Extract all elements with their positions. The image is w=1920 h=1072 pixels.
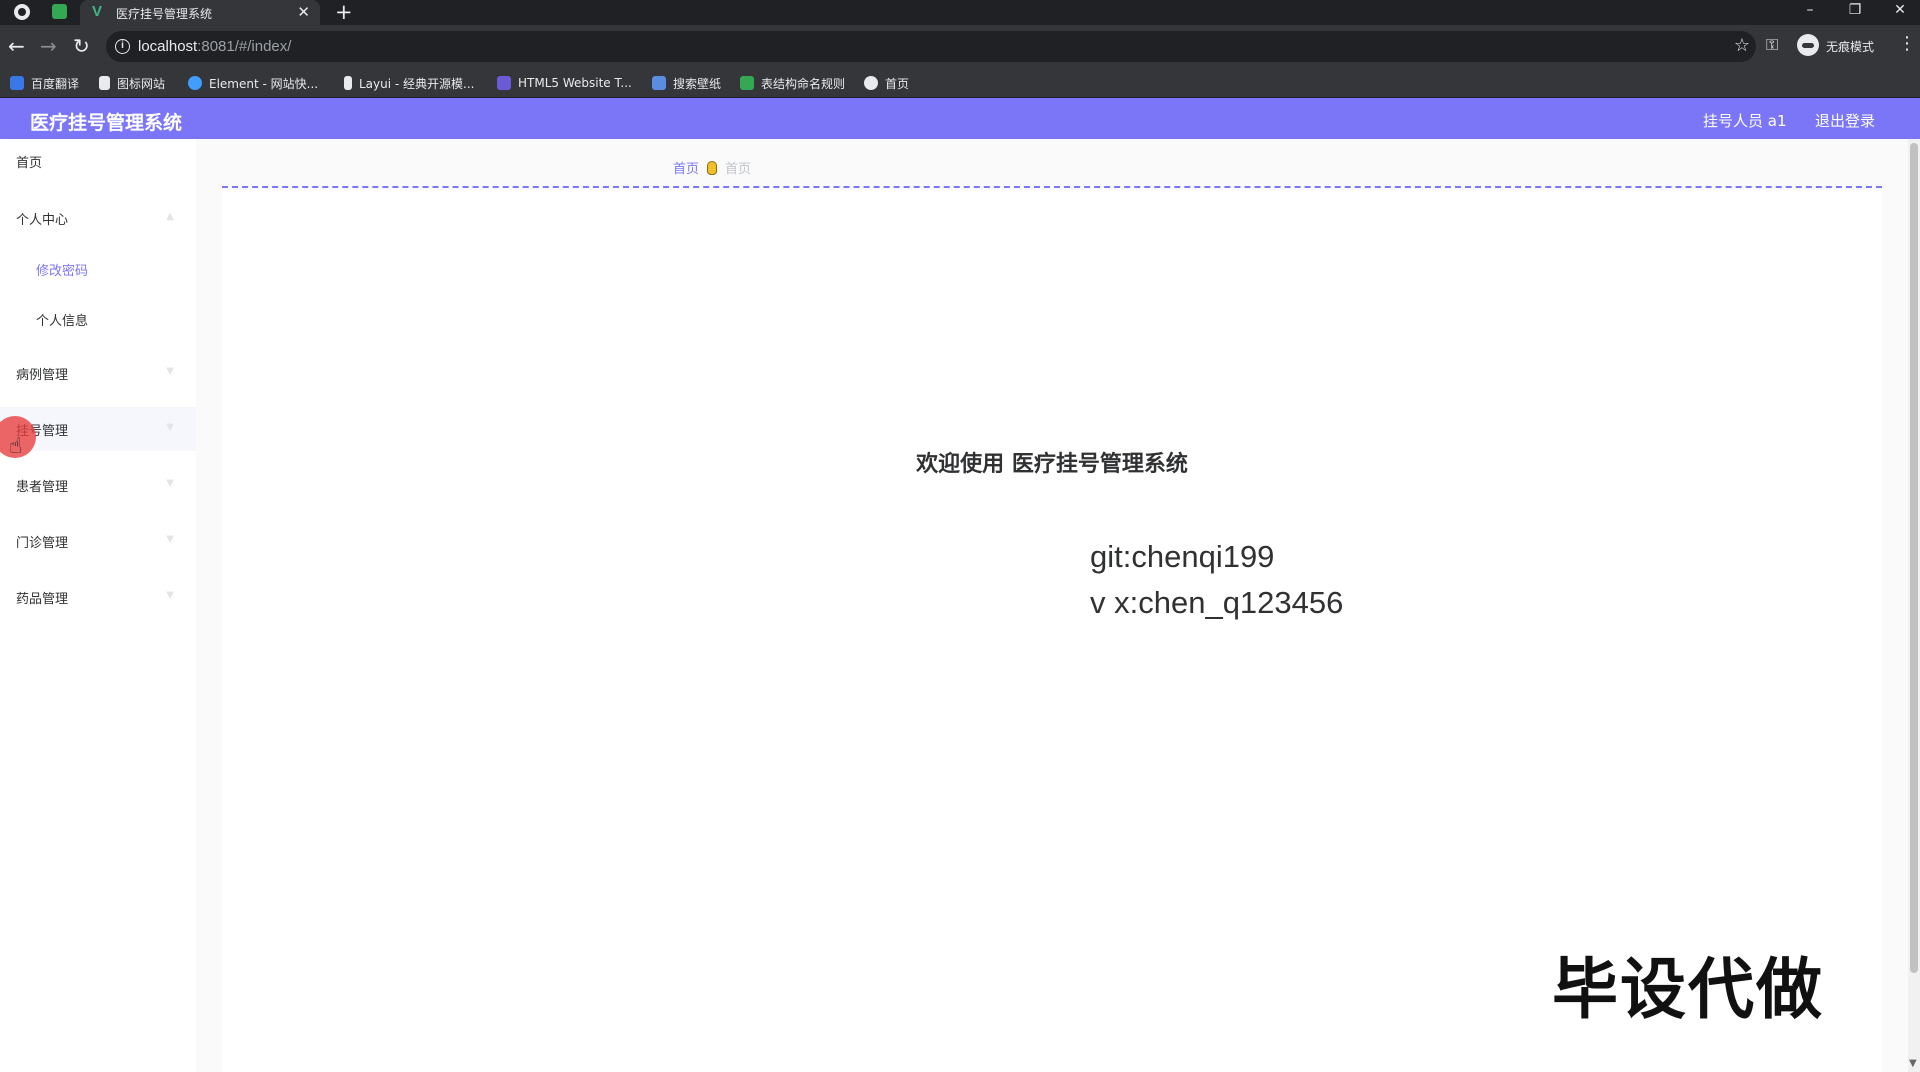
sidebar-item-patients[interactable]: 患者管理 ▼ — [0, 463, 196, 507]
sidebar-item-medicine[interactable]: 药品管理 ▼ — [0, 575, 196, 619]
contact-git: git:chenqi199 — [1090, 539, 1275, 574]
app-header: 医疗挂号管理系统 挂号人员 a1 退出登录 — [0, 98, 1920, 139]
sidebar-item-personal-info[interactable]: 个人信息 — [0, 297, 196, 341]
sheet-icon — [740, 76, 754, 90]
bookmark-item[interactable]: 表结构命名规则 — [740, 74, 845, 92]
browser-app-icon[interactable] — [14, 4, 30, 20]
chevron-up-icon: ▲ — [166, 211, 174, 222]
translate-icon — [10, 76, 24, 90]
browser-menu-icon[interactable]: ⋮ — [1898, 33, 1916, 54]
forward-arrow-icon[interactable]: → — [40, 34, 57, 58]
incognito-icon[interactable] — [1797, 34, 1819, 56]
flag-icon — [99, 76, 110, 90]
chevron-down-icon: ▼ — [166, 366, 174, 377]
html5-icon — [497, 76, 511, 90]
bookmark-item[interactable]: Element - 网站快... — [188, 74, 318, 92]
pinned-tab-icon[interactable] — [52, 4, 67, 19]
sidebar-item-change-password[interactable]: 修改密码 — [0, 247, 196, 291]
new-tab-button[interactable]: + — [335, 0, 353, 24]
sidebar-item-personal-center[interactable]: 个人中心 ▲ — [0, 196, 196, 240]
sidebar-menu: 首页 个人中心 ▲ 修改密码 个人信息 病例管理 ▼ 挂号管理 ▼ 患者管理 ▼… — [0, 139, 196, 1072]
site-info-icon[interactable]: i — [115, 39, 130, 54]
bookmark-item[interactable]: 百度翻译 — [10, 74, 79, 92]
url-text[interactable]: localhost:8081/#/index/ — [138, 38, 291, 55]
page-scrollbar[interactable] — [1908, 139, 1920, 1072]
breadcrumb-divider — [222, 186, 1882, 188]
password-key-icon[interactable]: ⚿ — [1766, 35, 1778, 55]
browser-toolbar: ← → ↻ i localhost:8081/#/index/ ☆ ⚿ 无痕模式… — [0, 25, 1920, 68]
app-title: 医疗挂号管理系统 — [30, 112, 183, 134]
globe-icon — [864, 76, 878, 90]
back-arrow-icon[interactable]: ← — [8, 34, 25, 58]
bookmark-item[interactable]: 图标网站 — [99, 74, 165, 92]
browser-tab-strip: V 医疗挂号管理系统 ✕ + – ❐ ✕ — [0, 0, 1920, 25]
minimize-button[interactable]: – — [1795, 0, 1825, 20]
chevron-down-icon: ▼ — [166, 534, 174, 545]
chevron-down-icon: ▼ — [166, 478, 174, 489]
sidebar-item-cases[interactable]: 病例管理 ▼ — [0, 351, 196, 395]
breadcrumb-home-link[interactable]: 首页 — [673, 158, 699, 177]
logout-button[interactable]: 退出登录 — [1815, 110, 1875, 131]
watermark-text: 毕设代做 — [1552, 951, 1824, 1028]
vue-logo-icon: V — [92, 3, 103, 20]
tab-title: 医疗挂号管理系统 — [116, 7, 213, 21]
breadcrumb-current: 首页 — [725, 162, 752, 177]
tab-close-icon[interactable]: ✕ — [297, 3, 310, 21]
chevron-down-icon: ▼ — [166, 422, 174, 433]
breadcrumb-separator-icon — [707, 160, 718, 175]
chevron-down-icon: ▼ — [166, 590, 174, 601]
reload-icon[interactable]: ↻ — [73, 34, 90, 58]
restore-button[interactable]: ❐ — [1840, 0, 1870, 20]
close-window-button[interactable]: ✕ — [1885, 0, 1915, 20]
bookmark-item[interactable]: Layui - 经典开源模... — [344, 74, 474, 92]
bookmark-item[interactable]: HTML5 Website T... — [497, 74, 632, 92]
address-bar[interactable]: i localhost:8081/#/index/ ☆ — [106, 31, 1756, 62]
wallpaper-icon — [652, 76, 666, 90]
scroll-down-arrow-icon[interactable]: ▼ — [1909, 1058, 1917, 1069]
contact-wechat: v x:chen_q123456 — [1090, 585, 1344, 620]
sidebar-item-registration[interactable]: 挂号管理 ▼ — [0, 407, 196, 451]
browser-tab-active[interactable]: V 医疗挂号管理系统 ✕ — [80, 0, 320, 25]
bookmarks-bar: 百度翻译 图标网站 Element - 网站快... Layui - 经典开源模… — [0, 68, 1920, 98]
bookmark-item[interactable]: 搜索壁纸 — [652, 74, 721, 92]
bookmark-item[interactable]: 首页 — [864, 74, 909, 92]
sidebar-item-home[interactable]: 首页 — [0, 139, 196, 183]
breadcrumb: 首页 首页 — [673, 158, 751, 177]
layui-icon — [344, 76, 352, 90]
sidebar-item-outpatient[interactable]: 门诊管理 ▼ — [0, 519, 196, 563]
scrollbar-thumb[interactable] — [1910, 143, 1918, 973]
incognito-label: 无痕模式 — [1826, 40, 1875, 54]
main-content: 首页 首页 欢迎使用 医疗挂号管理系统 git:chenqi199 v x:ch… — [196, 139, 1920, 1072]
bookmark-star-icon[interactable]: ☆ — [1734, 35, 1750, 56]
element-icon — [188, 76, 202, 90]
current-user: 挂号人员 a1 — [1703, 112, 1787, 130]
welcome-title: 欢迎使用 医疗挂号管理系统 — [916, 452, 1188, 477]
